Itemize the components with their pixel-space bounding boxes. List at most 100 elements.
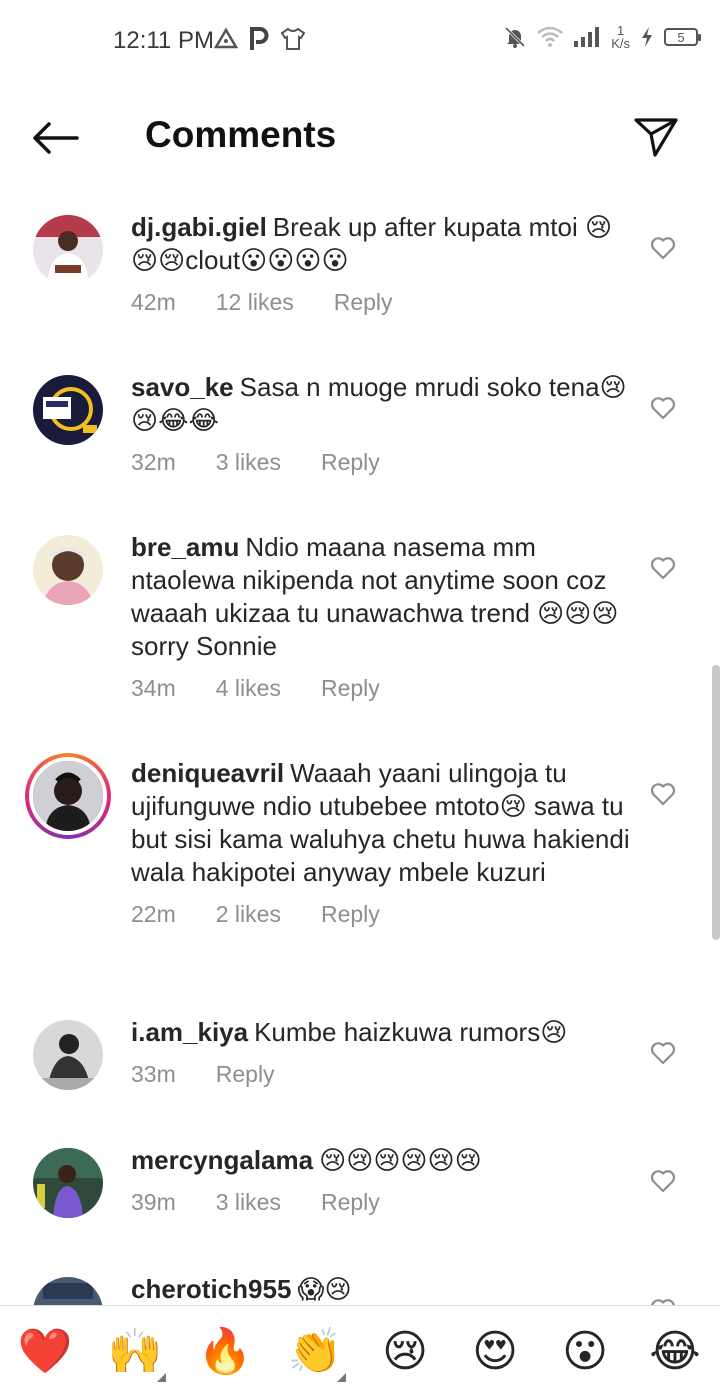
comment-username[interactable]: savo_ke — [131, 372, 234, 402]
avatar[interactable] — [33, 215, 103, 285]
reply-button[interactable]: Reply — [216, 1061, 275, 1088]
comment-time: 39m — [131, 1189, 176, 1215]
avatar-image — [33, 1020, 103, 1090]
like-button[interactable] — [648, 1166, 678, 1196]
emoji-clapping-button[interactable]: 👏 — [280, 1316, 350, 1386]
comment-meta: 42m 12 likes Reply — [131, 289, 631, 316]
comment-text: i.am_kiya Kumbe haizkuwa rumors😢 — [131, 1016, 631, 1049]
comment-text: cherotich955 😱😢 — [131, 1273, 631, 1305]
like-button[interactable] — [648, 393, 678, 423]
emoji-reaction-bar: ❤️ 🙌 🔥 👏 😢 😍 😮 😂 — [0, 1305, 720, 1396]
like-button[interactable] — [648, 1295, 678, 1305]
comment-item: i.am_kiya Kumbe haizkuwa rumors😢 33m Repl… — [0, 1017, 720, 1130]
comment-time: 34m — [131, 675, 176, 701]
emoji-fire-button[interactable]: 🔥 — [190, 1316, 260, 1386]
back-button[interactable] — [30, 118, 80, 158]
status-system-icons: 1 K/s 5 — [503, 24, 701, 50]
avatar[interactable] — [33, 1148, 103, 1218]
comment-body: cherotich955 😱😢 — [131, 1273, 631, 1305]
comment-meta: 39m 3 likes Reply — [131, 1189, 631, 1216]
comment-text: bre_amu Ndio maana nasema mm ntaolewa nik… — [131, 531, 631, 663]
comment-body: bre_amu Ndio maana nasema mm ntaolewa nik… — [131, 531, 631, 702]
like-button[interactable] — [648, 553, 678, 583]
status-bar: 12:11 PM 1 K/s 5 — [0, 0, 720, 80]
battery-icon: 5 — [664, 28, 701, 46]
comment-username[interactable]: deniqueavril — [131, 758, 284, 788]
comment-time: 42m — [131, 289, 176, 315]
emoji-laughing-button[interactable]: 😂 — [640, 1316, 710, 1386]
comment-item: bre_amu Ndio maana nasema mm ntaolewa nik… — [0, 532, 720, 735]
send-icon — [634, 118, 678, 157]
skin-tone-indicator-icon — [157, 1373, 166, 1382]
like-button[interactable] — [648, 233, 678, 263]
comments-list[interactable]: dj.gabi.giel Break up after kupata mtoi 😢… — [0, 195, 720, 1305]
comment-time: 32m — [131, 449, 176, 475]
comment-time: 33m — [131, 1061, 176, 1087]
avatar-image — [33, 215, 103, 285]
comment-likes[interactable]: 4 likes — [216, 675, 281, 702]
share-button[interactable] — [632, 114, 680, 160]
comment-body: dj.gabi.giel Break up after kupata mtoi 😢… — [131, 211, 631, 316]
comment-likes[interactable]: 12 likes — [216, 289, 294, 316]
shirt-icon — [280, 27, 306, 50]
avatar[interactable] — [33, 1020, 103, 1090]
emoji-heart-button[interactable]: ❤️ — [10, 1316, 80, 1386]
heart-outline-icon — [651, 1299, 675, 1305]
scrollbar[interactable] — [712, 665, 720, 940]
comment-time: 22m — [131, 901, 176, 927]
comment-meta: 22m 2 likes Reply — [131, 901, 631, 928]
reply-button[interactable]: Reply — [321, 675, 380, 702]
comment-item: deniqueavril Waaah yaani ulingoja tu ujif… — [0, 753, 720, 991]
heart-outline-icon — [650, 1170, 676, 1193]
parking-p-icon — [250, 27, 269, 50]
reply-button[interactable]: Reply — [321, 1189, 380, 1216]
heart-outline-icon — [650, 557, 676, 580]
comment-text: deniqueavril Waaah yaani ulingoja tu ujif… — [131, 757, 631, 889]
reply-button[interactable]: Reply — [321, 901, 380, 928]
comment-meta: 32m 3 likes Reply — [131, 449, 631, 476]
status-notification-icons — [214, 26, 306, 52]
comment-username[interactable]: cherotich955 — [131, 1274, 291, 1304]
heart-outline-icon — [650, 237, 676, 260]
emoji-raising-hands: 🙌 — [107, 1326, 163, 1377]
avatar[interactable] — [33, 1277, 103, 1305]
comment-username[interactable]: mercyngalama — [131, 1145, 313, 1175]
avatar-image — [33, 1277, 103, 1305]
avatar-image — [33, 535, 103, 605]
emoji-heart-eyes-button[interactable]: 😍 — [460, 1316, 530, 1386]
avatar[interactable] — [33, 375, 103, 445]
reply-button[interactable]: Reply — [321, 449, 380, 476]
triangle-icon — [214, 27, 238, 49]
like-button[interactable] — [648, 1038, 678, 1068]
network-speed: 1 K/s — [611, 24, 630, 50]
comment-text: mercyngalama 😢😢😢😢😢😢 — [131, 1144, 631, 1177]
comment-username[interactable]: i.am_kiya — [131, 1017, 248, 1047]
comment-text: dj.gabi.giel Break up after kupata mtoi 😢… — [131, 211, 631, 277]
reply-button[interactable]: Reply — [334, 289, 393, 316]
comment-meta: 34m 4 likes Reply — [131, 675, 631, 702]
avatar-story-ring[interactable] — [25, 753, 111, 839]
avatar — [29, 757, 107, 835]
comment-message: 😱😢 — [297, 1274, 352, 1304]
comment-username[interactable]: dj.gabi.giel — [131, 212, 267, 242]
avatar[interactable] — [33, 535, 103, 605]
comments-header: Comments — [0, 96, 720, 182]
bell-muted-icon — [505, 26, 526, 48]
emoji-raising-hands-button[interactable]: 🙌 — [100, 1316, 170, 1386]
emoji-clapping: 👏 — [287, 1326, 343, 1377]
emoji-surprised-button[interactable]: 😮 — [550, 1316, 620, 1386]
status-time: 12:11 PM — [113, 27, 214, 54]
comment-likes[interactable]: 3 likes — [216, 449, 281, 476]
comment-item: dj.gabi.giel Break up after kupata mtoi 😢… — [0, 212, 720, 365]
comment-body: i.am_kiya Kumbe haizkuwa rumors😢 33m Repl… — [131, 1016, 631, 1088]
like-button[interactable] — [648, 779, 678, 809]
comment-likes[interactable]: 3 likes — [216, 1189, 281, 1216]
comment-likes[interactable]: 2 likes — [216, 901, 281, 928]
wifi-icon — [537, 26, 564, 47]
comment-item: cherotich955 😱😢 — [0, 1274, 720, 1305]
page-title: Comments — [145, 114, 337, 155]
emoji-crying-button[interactable]: 😢 — [370, 1316, 440, 1386]
arrow-left-icon — [33, 122, 79, 154]
comment-username[interactable]: bre_amu — [131, 532, 239, 562]
heart-outline-icon — [650, 1042, 676, 1065]
